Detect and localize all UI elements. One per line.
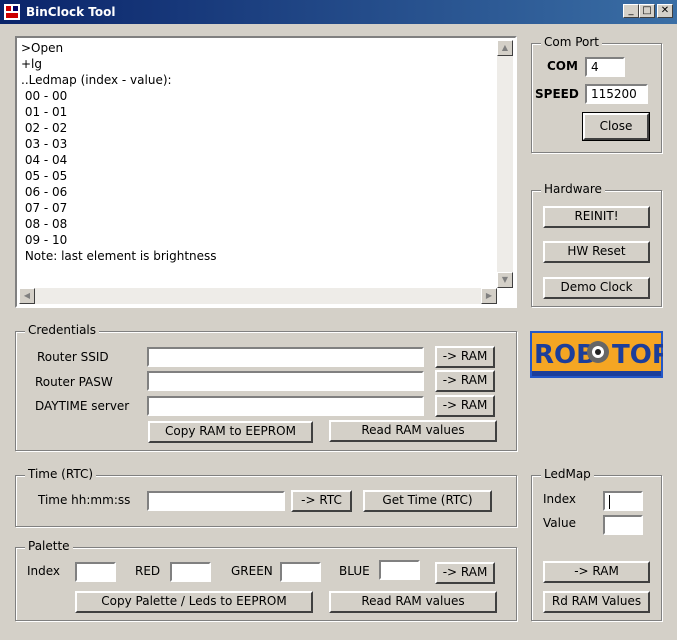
com-label: COM xyxy=(547,59,578,73)
palette-group-label: Palette xyxy=(25,539,73,553)
router-pasw-input[interactable] xyxy=(147,371,424,391)
com-port-group-label: Com Port xyxy=(541,35,603,49)
close-window-button[interactable]: ✕ xyxy=(657,4,673,18)
log-output[interactable]: >Open +lg ..Ledmap (index - value): 00 -… xyxy=(15,36,517,308)
get-time-rtc-button[interactable]: Get Time (RTC) xyxy=(363,490,492,512)
scroll-up-arrow-icon[interactable]: ▲ xyxy=(497,40,513,56)
robotop-logo: ROB TOP xyxy=(530,331,663,378)
logo-text-right: TOP xyxy=(612,340,663,370)
red-input[interactable] xyxy=(170,562,211,582)
reinit-button[interactable]: REINIT! xyxy=(543,206,650,228)
palette-read-ram-button[interactable]: Read RAM values xyxy=(329,591,497,613)
hardware-group-label: Hardware xyxy=(541,182,605,196)
maximize-button[interactable]: □ xyxy=(639,4,655,18)
close-icon: ✕ xyxy=(660,5,670,16)
hw-reset-button[interactable]: HW Reset xyxy=(543,241,650,263)
green-label: GREEN xyxy=(231,564,273,578)
ledmap-index-input[interactable] xyxy=(603,491,643,511)
app-icon xyxy=(4,4,20,20)
speed-label: SPEED xyxy=(535,87,579,101)
time-label: Time hh:mm:ss xyxy=(38,493,131,507)
credentials-group-label: Credentials xyxy=(25,323,100,337)
red-label: RED xyxy=(135,564,161,578)
time-rtc-group-label: Time (RTC) xyxy=(25,467,97,481)
pasw-to-ram-button[interactable]: -> RAM xyxy=(435,370,495,392)
green-input[interactable] xyxy=(280,562,321,582)
credentials-read-ram-button[interactable]: Read RAM values xyxy=(329,420,497,442)
to-rtc-button[interactable]: -> RTC xyxy=(291,490,352,512)
scroll-right-arrow-icon[interactable]: ▶ xyxy=(481,288,497,304)
router-ssid-input[interactable] xyxy=(147,347,424,367)
palette-to-ram-button[interactable]: -> RAM xyxy=(435,562,495,584)
blue-label: BLUE xyxy=(339,564,370,578)
copy-ram-to-eeprom-button[interactable]: Copy RAM to EEPROM xyxy=(148,421,313,443)
minimize-button[interactable]: _ xyxy=(623,4,639,18)
ssid-to-ram-button[interactable]: -> RAM xyxy=(435,346,495,368)
ledmap-group-label: LedMap xyxy=(541,467,594,481)
maximize-icon: □ xyxy=(642,5,652,16)
daytime-to-ram-button[interactable]: -> RAM xyxy=(435,395,495,417)
close-button[interactable]: Close xyxy=(582,112,650,141)
palette-index-label: Index xyxy=(27,564,61,578)
window-title: BinClock Tool xyxy=(26,5,116,19)
demo-clock-button[interactable]: Demo Clock xyxy=(543,277,650,299)
com-input[interactable]: 4 xyxy=(585,57,625,77)
daytime-server-label: DAYTIME server xyxy=(35,399,130,413)
router-pasw-label: Router PASW xyxy=(35,375,113,389)
minimize-icon: _ xyxy=(628,5,634,16)
router-ssid-label: Router SSID xyxy=(37,350,109,364)
ledmap-value-label: Value xyxy=(543,516,576,530)
title-bar: BinClock Tool _ □ ✕ xyxy=(0,0,677,24)
blue-input[interactable] xyxy=(379,560,420,580)
horizontal-scrollbar[interactable]: ◀ ▶ xyxy=(19,288,497,304)
log-text: >Open +lg ..Ledmap (index - value): 00 -… xyxy=(21,41,217,263)
time-input[interactable] xyxy=(147,491,285,511)
logo-text-left: ROB xyxy=(534,340,596,370)
ledmap-index-label: Index xyxy=(543,492,577,506)
text-cursor xyxy=(609,494,610,509)
scroll-down-arrow-icon[interactable]: ▼ xyxy=(497,272,513,288)
speed-input[interactable]: 115200 xyxy=(585,84,648,104)
vertical-scrollbar[interactable]: ▲ ▼ xyxy=(497,40,513,288)
ledmap-to-ram-button[interactable]: -> RAM xyxy=(543,561,650,583)
daytime-server-input[interactable] xyxy=(147,396,424,416)
rd-ram-values-button[interactable]: Rd RAM Values xyxy=(543,591,650,613)
palette-index-input[interactable] xyxy=(75,562,116,582)
scroll-left-arrow-icon[interactable]: ◀ xyxy=(19,288,35,304)
ledmap-value-input[interactable] xyxy=(603,515,643,535)
copy-palette-to-eeprom-button[interactable]: Copy Palette / Leds to EEPROM xyxy=(75,591,313,613)
